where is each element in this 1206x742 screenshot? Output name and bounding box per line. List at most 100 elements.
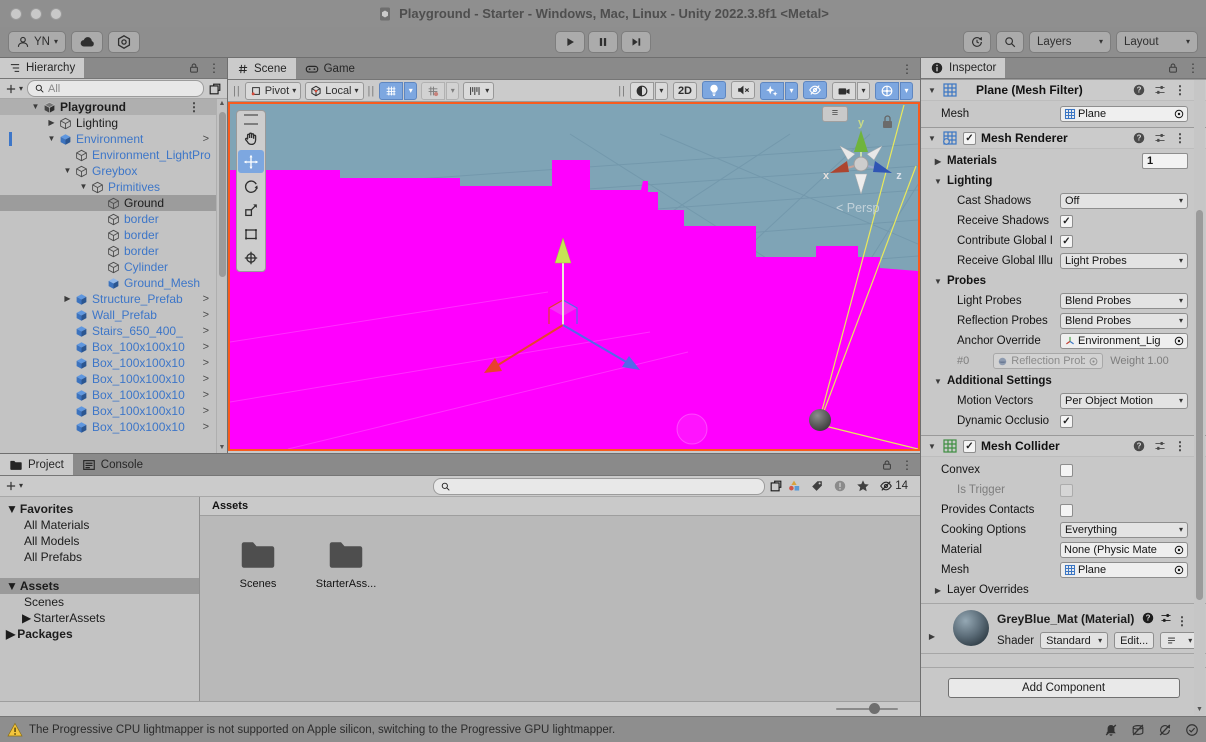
search-button[interactable] [996,31,1024,53]
toolbar-grip[interactable]: || [618,85,626,97]
hierarchy-item-border[interactable]: border [0,211,216,227]
panel-menu-icon[interactable]: ⋮ [208,62,220,74]
foldout-arrow-icon[interactable]: ▶ [22,611,31,625]
dropdown-caret[interactable]: ▾ [900,82,913,100]
foldout-arrow-icon[interactable]: ▼ [28,103,43,111]
component-menu-icon[interactable]: ⋮ [1176,614,1188,628]
collider-mesh-field[interactable]: Plane [1060,562,1188,578]
services-button[interactable] [108,31,140,53]
foldout-arrow-icon[interactable]: ▼ [6,502,18,516]
physic-material-field[interactable]: None (Physic Mate [1060,542,1188,558]
provides-contacts-checkbox[interactable] [1060,504,1073,517]
cache-disabled-icon[interactable] [1131,723,1145,737]
scale-tool-button[interactable] [238,198,264,221]
motion-vectors-dropdown[interactable]: Per Object Motion▾ [1060,393,1188,409]
rotate-tool-button[interactable] [238,174,264,197]
hierarchy-item-box-100x100x10[interactable]: Box_100x100x10> [0,419,216,435]
cooking-options-dropdown[interactable]: Everything▾ [1060,522,1188,538]
scene-viewport[interactable]: y x z < Persp ≡ [228,102,920,451]
perspective-label[interactable]: < Persp [836,201,879,215]
camera-button[interactable] [832,82,856,100]
foldout-arrow-icon[interactable]: ▶ [44,119,59,127]
help-icon[interactable]: ? [1132,131,1146,145]
hierarchy-item-border[interactable]: border [0,227,216,243]
tab-project[interactable]: Project [0,454,73,475]
toolbar-grip[interactable]: || [368,85,376,97]
additional-settings-foldout[interactable]: ▼ Additional Settings [921,371,1206,391]
scroll-down-icon[interactable]: ▼ [1194,706,1205,714]
component-mesh-renderer-header[interactable]: ▼ ✓ Mesh Renderer ? ⋮ [921,127,1206,149]
hierarchy-item-environment[interactable]: ▼Environment> [0,131,216,147]
prefab-open-chevron[interactable]: > [203,325,209,337]
minimize-window-button[interactable] [30,8,42,20]
tab-hierarchy[interactable]: Hierarchy [0,58,84,78]
dynamic-occlusion-checkbox[interactable]: ✓ [1060,415,1073,428]
component-menu-icon[interactable]: ⋮ [1174,84,1186,96]
layers-dropdown[interactable]: Layers▾ [1029,31,1111,53]
grid-snap-dropdown[interactable]: ▾ [404,82,417,100]
hierarchy-item-primitives[interactable]: ▼Primitives [0,179,216,195]
project-search-input[interactable] [454,480,758,492]
material-foldout-arrow[interactable]: ▶ [927,632,937,641]
status-message[interactable]: The Progressive CPU lightmapper is not s… [29,724,615,736]
prefab-open-chevron[interactable]: > [203,133,209,145]
favorites-icon[interactable] [856,479,870,493]
layout-dropdown[interactable]: Layout▾ [1116,31,1198,53]
measure-dropdown[interactable]: ▾ [463,82,494,100]
shader-edit-button[interactable]: Edit... [1114,632,1154,649]
presets-icon[interactable] [1153,83,1167,97]
project-item-all-materials[interactable]: All Materials [0,517,199,533]
move-tool-button[interactable] [238,150,264,173]
scrollbar-thumb[interactable] [1196,210,1203,600]
object-picker-icon[interactable] [1173,108,1185,120]
receive-shadows-checkbox[interactable]: ✓ [1060,215,1073,228]
lock-icon[interactable] [188,62,200,74]
asset-folder-starterass[interactable]: StarterAss... [314,534,378,590]
prefab-open-chevron[interactable]: > [203,309,209,321]
project-item-all-prefabs[interactable]: All Prefabs [0,549,199,565]
tab-game[interactable]: Game [296,58,364,79]
increment-snap-button[interactable] [421,82,445,100]
gizmo-center[interactable] [854,157,868,171]
grid-snap-button[interactable] [379,82,403,100]
progress-check-icon[interactable] [1185,723,1199,737]
component-enabled-checkbox[interactable]: ✓ [963,440,976,453]
anchor-override-field[interactable]: Environment_Lig [1060,333,1188,349]
status-bar[interactable]: The Progressive CPU lightmapper is not s… [0,716,1206,742]
lighting-foldout[interactable]: ▼ Lighting [921,171,1206,191]
step-button[interactable] [621,31,651,53]
inspector-scrollbar[interactable]: ▼ [1194,80,1205,715]
materials-foldout[interactable]: ▶ Materials 1 [921,151,1206,171]
hierarchy-search-input[interactable] [48,83,197,95]
open-new-window-icon[interactable] [208,82,222,96]
create-asset-button[interactable]: ▾ [5,480,23,492]
lock-icon[interactable] [881,459,893,471]
rect-tool-button[interactable] [238,222,264,245]
panel-menu-icon[interactable]: ⋮ [901,63,913,75]
hierarchy-item-playground[interactable]: ▼Playground⋮ [0,99,216,115]
assets-breadcrumb[interactable]: Assets [200,497,920,516]
overlay-menu-icon[interactable]: ≡ [822,106,848,122]
dropdown-caret[interactable]: ▾ [785,82,798,100]
view-2d-button[interactable]: 2D [673,82,697,100]
audio-mute-button[interactable] [731,81,755,99]
tab-console[interactable]: Console [73,454,152,475]
add-component-button[interactable]: Add Component [948,678,1180,698]
undo-history-button[interactable] [963,31,991,53]
object-picker-icon[interactable] [1173,544,1185,556]
tab-scene[interactable]: Scene [228,58,296,79]
foldout-arrow-icon[interactable]: ▼ [44,135,59,143]
scrollbar-thumb[interactable] [219,112,226,277]
component-mesh-filter-header[interactable]: ▼ Plane (Mesh Filter) ? ⋮ [921,79,1206,101]
increment-snap-dropdown[interactable]: ▾ [446,82,459,100]
hierarchy-item-stairs-650-400[interactable]: Stairs_650_400_> [0,323,216,339]
lock-icon[interactable] [1167,62,1179,74]
hierarchy-item-ground[interactable]: Ground [0,195,216,211]
component-mesh-collider-header[interactable]: ▼ ✓ Mesh Collider ? ⋮ [921,435,1206,457]
tab-inspector[interactable]: Inspector [921,58,1005,78]
foldout-arrow-icon[interactable]: ▶ [6,627,15,641]
notifications-muted-icon[interactable] [1104,723,1118,737]
hierarchy-item-border[interactable]: border [0,243,216,259]
materials-count-field[interactable]: 1 [1142,153,1188,169]
account-button[interactable]: YN ▾ [8,31,66,53]
